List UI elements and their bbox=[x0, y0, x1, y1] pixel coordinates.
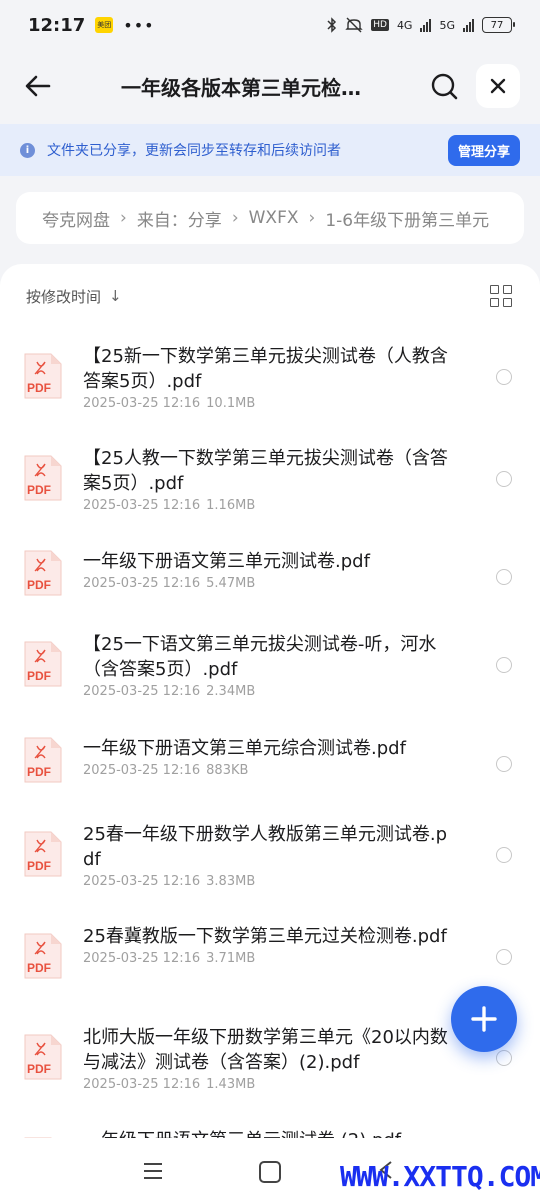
file-size: 1.43MB bbox=[206, 1077, 256, 1092]
pdf-file-icon: PDF bbox=[24, 455, 62, 501]
pdf-file-icon: PDF bbox=[24, 550, 62, 596]
file-name: 【25新一下数学第三单元拔尖测试卷（人教含答案5页）.pdf bbox=[83, 346, 448, 392]
file-meta: 2025-03-25 12:16 883KB bbox=[83, 763, 453, 778]
file-date: 2025-03-25 12:16 bbox=[83, 951, 201, 966]
home-icon[interactable] bbox=[259, 1161, 281, 1183]
file-row[interactable]: PDF 一年级下册语文第三单元综合测试卷.pdf 2025-03-25 12:16 8… bbox=[0, 724, 540, 820]
file-row[interactable]: PDF 一年级下册语文第三单元测试卷 (2).pdf bbox=[0, 1116, 540, 1138]
file-row[interactable]: PDF 【25新一下数学第三单元拔尖测试卷（人教含答案5页）.pdf 2025-03… bbox=[0, 332, 540, 428]
file-name: 25春一年级下册数学人教版第三单元测试卷.pdf bbox=[83, 824, 448, 870]
file-date: 2025-03-25 12:16 bbox=[83, 498, 201, 513]
pdf-label: PDF bbox=[27, 961, 51, 975]
file-row[interactable]: PDF 【25一下语文第三单元拔尖测试卷-听，河水（含答案5页）.pdf 2025-… bbox=[0, 620, 540, 716]
file-info: 25春一年级下册数学人教版第三单元测试卷.pdf 2025-03-25 12:16… bbox=[83, 822, 453, 889]
file-size: 10.1MB bbox=[206, 396, 256, 411]
file-info: 【25一下语文第三单元拔尖测试卷-听，河水（含答案5页）.pdf 2025-03-… bbox=[83, 632, 453, 699]
pdf-label: PDF bbox=[27, 765, 51, 779]
add-fab-button[interactable] bbox=[451, 986, 517, 1052]
pdf-file-icon: PDF bbox=[24, 1137, 52, 1138]
pdf-label: PDF bbox=[27, 1062, 51, 1076]
pdf-label: PDF bbox=[27, 859, 51, 873]
file-info: 【25新一下数学第三单元拔尖测试卷（人教含答案5页）.pdf 2025-03-25… bbox=[83, 344, 453, 411]
file-size: 3.83MB bbox=[206, 874, 256, 889]
pdf-file-icon: PDF bbox=[24, 737, 62, 783]
file-name: 【25一下语文第三单元拔尖测试卷-听，河水（含答案5页）.pdf bbox=[83, 634, 437, 680]
file-date: 2025-03-25 12:16 bbox=[83, 396, 201, 411]
file-size: 2.34MB bbox=[206, 684, 256, 699]
file-name: 25春冀教版一下数学第三单元过关检测卷.pdf bbox=[83, 926, 447, 947]
file-name: 【25人教一下数学第三单元拔尖测试卷（含答案5页）.pdf bbox=[83, 448, 448, 494]
file-meta: 2025-03-25 12:16 3.71MB bbox=[83, 951, 453, 966]
file-date: 2025-03-25 12:16 bbox=[83, 684, 201, 699]
file-date: 2025-03-25 12:16 bbox=[83, 576, 201, 591]
file-info: 【25人教一下数学第三单元拔尖测试卷（含答案5页）.pdf 2025-03-25 … bbox=[83, 446, 453, 513]
file-meta: 2025-03-25 12:16 2.34MB bbox=[83, 684, 453, 699]
select-checkbox[interactable] bbox=[496, 1050, 512, 1066]
pdf-file-icon: PDF bbox=[24, 353, 62, 399]
select-checkbox[interactable] bbox=[496, 847, 512, 863]
file-size: 5.47MB bbox=[206, 576, 256, 591]
file-name: 一年级下册语文第三单元综合测试卷.pdf bbox=[83, 738, 406, 759]
file-info: 一年级下册语文第三单元综合测试卷.pdf 2025-03-25 12:16 883K… bbox=[83, 736, 453, 778]
select-checkbox[interactable] bbox=[496, 471, 512, 487]
file-meta: 2025-03-25 12:16 10.1MB bbox=[83, 396, 453, 411]
pdf-file-icon: PDF bbox=[24, 1034, 62, 1080]
select-checkbox[interactable] bbox=[496, 756, 512, 772]
file-meta: 2025-03-25 12:16 5.47MB bbox=[83, 576, 453, 591]
file-row[interactable]: PDF 【25人教一下数学第三单元拔尖测试卷（含答案5页）.pdf 2025-03-… bbox=[0, 434, 540, 530]
pdf-file-icon: PDF bbox=[24, 641, 62, 687]
file-info: 北师大版一年级下册数学第三单元《20以内数与减法》测试卷（含答案）(2).pdf… bbox=[83, 1025, 453, 1092]
file-info: 一年级下册语文第三单元测试卷 (2).pdf bbox=[83, 1128, 453, 1138]
file-date: 2025-03-25 12:16 bbox=[83, 1077, 201, 1092]
file-name: 一年级下册语文第三单元测试卷.pdf bbox=[83, 551, 370, 572]
pdf-label: PDF bbox=[27, 483, 51, 497]
file-date: 2025-03-25 12:16 bbox=[83, 763, 201, 778]
pdf-label: PDF bbox=[27, 381, 51, 395]
file-row[interactable]: PDF 25春冀教版一下数学第三单元过关检测卷.pdf 2025-03-25 12:… bbox=[0, 912, 540, 1008]
file-meta: 2025-03-25 12:16 1.16MB bbox=[83, 498, 453, 513]
file-date: 2025-03-25 12:16 bbox=[83, 874, 201, 889]
pdf-file-icon: PDF bbox=[24, 831, 62, 877]
file-name: 北师大版一年级下册数学第三单元《20以内数与减法》测试卷（含答案）(2).pdf bbox=[83, 1027, 448, 1073]
file-meta: 2025-03-25 12:16 3.83MB bbox=[83, 874, 453, 889]
pdf-label: PDF bbox=[27, 578, 51, 592]
file-size: 3.71MB bbox=[206, 951, 256, 966]
file-meta: 2025-03-25 12:16 1.43MB bbox=[83, 1077, 453, 1092]
file-row[interactable]: PDF 25春一年级下册数学人教版第三单元测试卷.pdf 2025-03-25 12… bbox=[0, 810, 540, 906]
menu-icon[interactable] bbox=[143, 1162, 163, 1180]
file-row[interactable]: PDF 一年级下册语文第三单元测试卷.pdf 2025-03-25 12:16 5.4… bbox=[0, 537, 540, 633]
watermark: WWW.XXTTQ.COM bbox=[340, 1160, 540, 1193]
file-size: 883KB bbox=[206, 763, 249, 778]
file-name: 一年级下册语文第三单元测试卷 (2).pdf bbox=[83, 1128, 453, 1138]
pdf-label: PDF bbox=[27, 669, 51, 683]
select-checkbox[interactable] bbox=[496, 949, 512, 965]
pdf-file-icon: PDF bbox=[24, 933, 62, 979]
file-info: 一年级下册语文第三单元测试卷.pdf 2025-03-25 12:16 5.47MB bbox=[83, 549, 453, 591]
select-checkbox[interactable] bbox=[496, 569, 512, 585]
select-checkbox[interactable] bbox=[496, 369, 512, 385]
file-info: 25春冀教版一下数学第三单元过关检测卷.pdf 2025-03-25 12:16 3… bbox=[83, 924, 453, 966]
file-list: PDF 【25新一下数学第三单元拔尖测试卷（人教含答案5页）.pdf 2025-03… bbox=[0, 0, 540, 1138]
file-size: 1.16MB bbox=[206, 498, 256, 513]
select-checkbox[interactable] bbox=[496, 657, 512, 673]
plus-icon bbox=[471, 1006, 497, 1032]
